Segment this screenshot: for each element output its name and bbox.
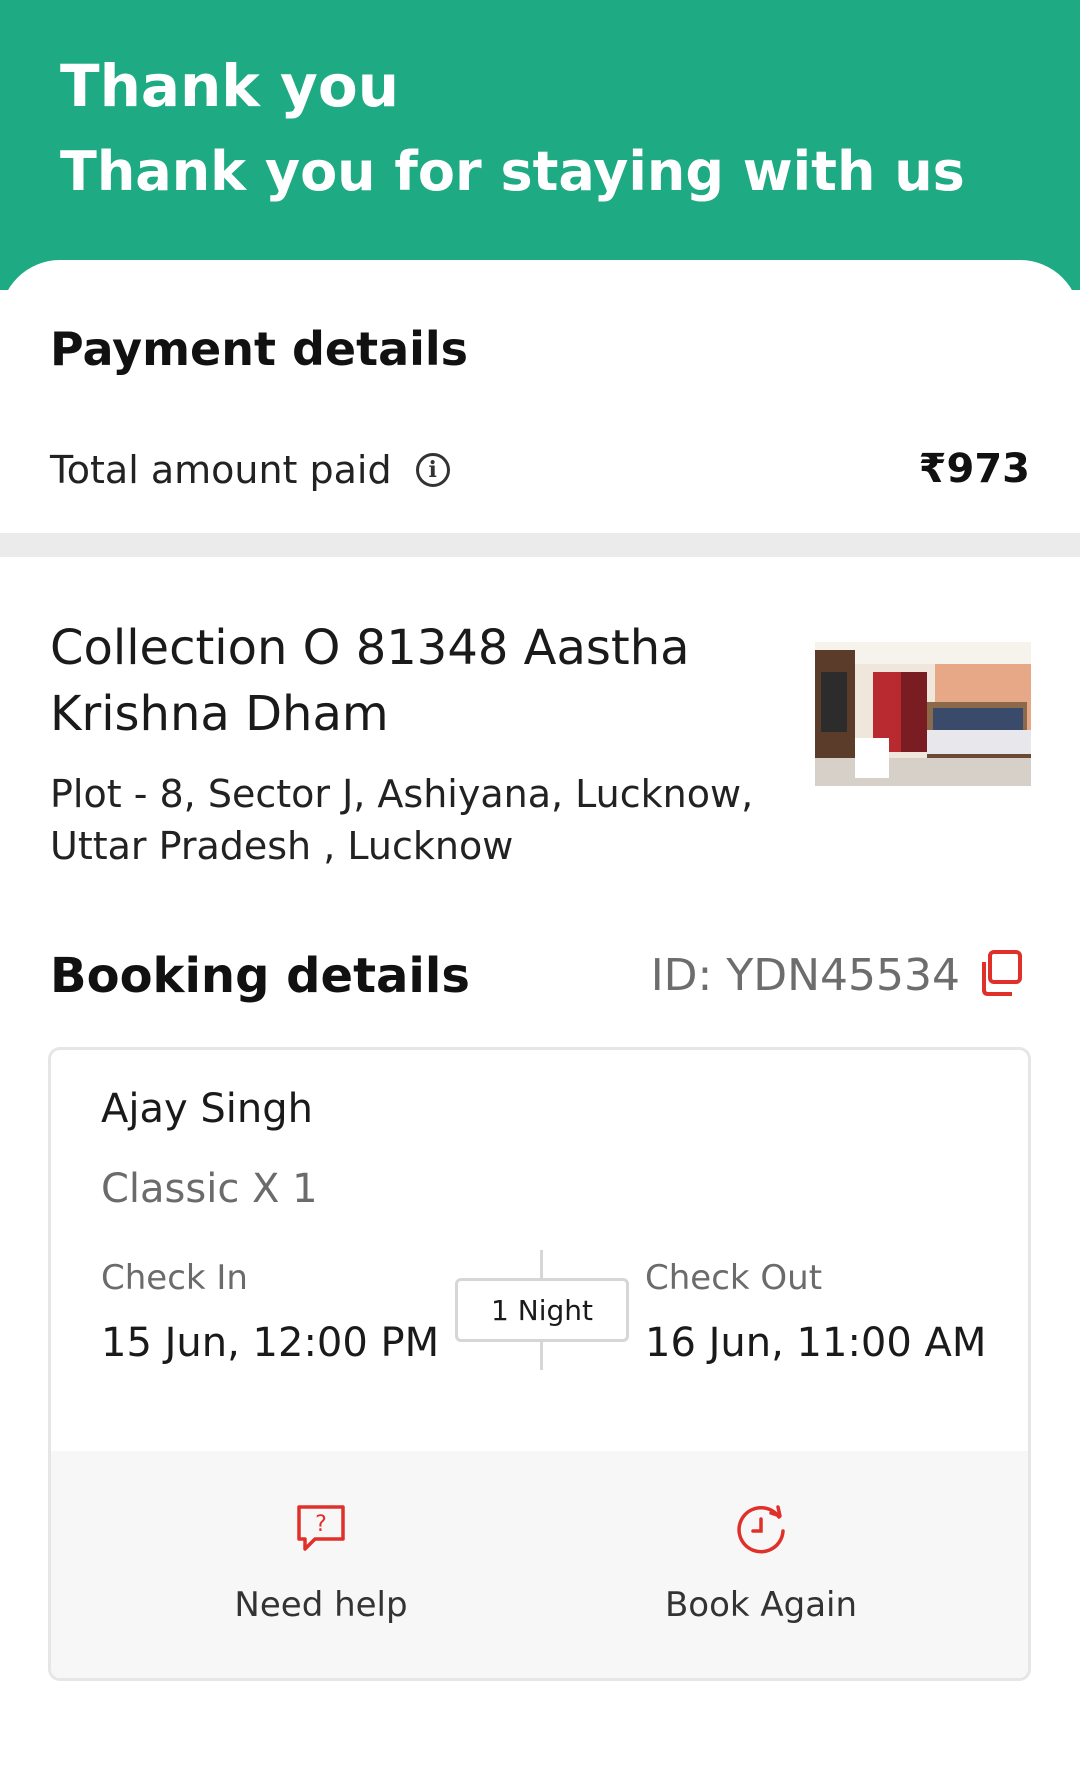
need-help-button[interactable]: ? Need help — [101, 1451, 541, 1678]
booking-card: Ajay Singh Classic X 1 Check In 15 Jun, … — [48, 1047, 1031, 1681]
book-again-button[interactable]: Book Again — [541, 1451, 981, 1678]
hotel-room-image — [815, 642, 1031, 786]
hotel-address: Plot - 8, Sector J, Ashiyana, Lucknow, U… — [50, 772, 754, 868]
guest-name: Ajay Singh — [101, 1086, 313, 1132]
header-subtitle: Thank you for staying with us — [60, 140, 965, 203]
total-amount-label: Total amount paid — [50, 448, 392, 492]
room-type: Classic X 1 — [101, 1166, 318, 1212]
check-in-value: 15 Jun, 12:00 PM — [101, 1320, 440, 1366]
total-amount-value: ₹973 — [918, 446, 1030, 492]
hotel-name: Collection O 81348 Aastha Krishna Dham — [50, 620, 690, 742]
payment-details-title: Payment details — [50, 322, 469, 376]
hotel-photo — [815, 642, 1031, 786]
need-help-label: Need help — [234, 1585, 408, 1625]
nights-badge: 1 Night — [455, 1278, 629, 1342]
total-amount-row: Total amount paid i — [50, 448, 450, 492]
booking-id: ID: YDN45534 — [650, 950, 960, 1001]
section-divider — [0, 533, 1080, 557]
clock-refresh-icon — [737, 1505, 785, 1554]
check-in-label: Check In — [101, 1258, 248, 1298]
header-banner: Thank you Thank you for staying with us — [0, 0, 1080, 290]
question-chat-icon: ? — [297, 1505, 345, 1551]
copy-icon[interactable] — [976, 948, 1026, 998]
svg-text:?: ? — [315, 1512, 327, 1537]
book-again-label: Book Again — [664, 1585, 858, 1625]
check-out-value: 16 Jun, 11:00 AM — [645, 1320, 987, 1366]
header-title: Thank you — [60, 52, 399, 120]
check-out-label: Check Out — [645, 1258, 823, 1298]
info-icon[interactable]: i — [415, 453, 450, 487]
booking-details-title: Booking details — [50, 948, 470, 1004]
action-bar: ? Need help Book Again — [51, 1451, 1028, 1678]
